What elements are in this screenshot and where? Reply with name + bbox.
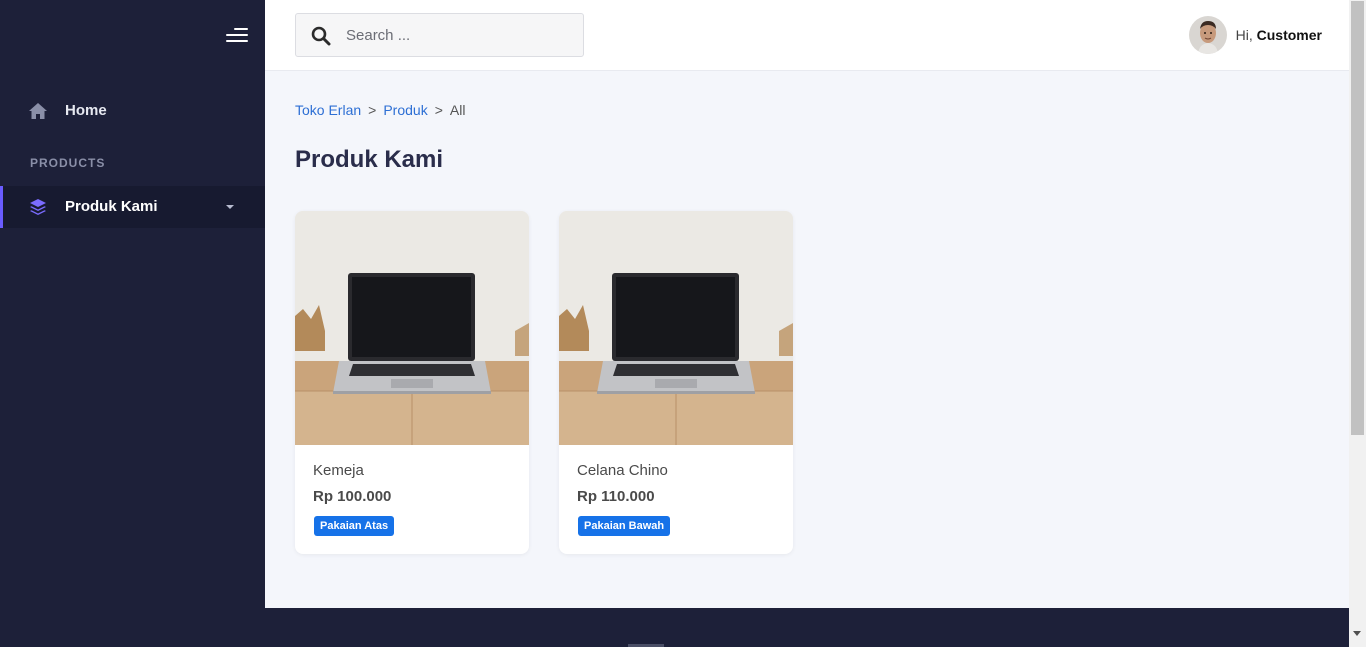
product-name: Celana Chino: [577, 462, 668, 479]
search-box[interactable]: [295, 13, 584, 57]
avatar: [1188, 16, 1227, 54]
scroll-down-icon[interactable]: [1353, 631, 1361, 636]
footer: [265, 608, 1349, 647]
category-badge[interactable]: Pakaian Bawah: [578, 516, 671, 536]
user-name: Customer: [1256, 27, 1322, 43]
category-badge[interactable]: Pakaian Atas: [314, 516, 395, 536]
page-scrollbar[interactable]: [1349, 0, 1366, 647]
search-icon: [311, 26, 331, 46]
product-price: Rp 110.000: [577, 488, 655, 505]
layers-icon: [30, 199, 46, 215]
product-image: [295, 211, 529, 445]
breadcrumb-current: All: [449, 102, 466, 118]
product-card[interactable]: Kemeja Rp 100.000 Pakaian Atas: [295, 211, 529, 554]
sidebar-item-label: Produk Kami: [65, 198, 158, 215]
home-icon: [29, 103, 47, 119]
product-image: [559, 211, 793, 445]
page-title: Produk Kami: [295, 146, 444, 173]
scrollbar-thumb[interactable]: [1351, 1, 1364, 435]
menu-toggle-icon[interactable]: [224, 27, 248, 45]
main-content: Toko Erlan > Produk > All Produk Kami Kemeja…: [265, 71, 1349, 608]
sidebar-item-label: Home: [65, 101, 107, 119]
product-card[interactable]: Celana Chino Rp 110.000 Pakaian Bawah: [559, 211, 793, 554]
sidebar-section-title: PRODUCTS: [30, 156, 106, 170]
breadcrumb-link-produk[interactable]: Produk: [383, 102, 427, 118]
topbar: Hi, Customer: [265, 0, 1349, 71]
search-input[interactable]: [346, 14, 576, 56]
sidebar-item-home[interactable]: Home: [0, 92, 265, 128]
user-greeting: Hi, Customer: [1235, 27, 1322, 43]
breadcrumb: Toko Erlan > Produk > All: [295, 102, 465, 118]
sidebar: Home PRODUCTS Produk Kami: [0, 0, 265, 647]
sidebar-item-produk-kami[interactable]: Produk Kami: [0, 186, 265, 228]
chevron-down-icon: [226, 205, 234, 209]
user-menu[interactable]: Hi, Customer: [1188, 16, 1322, 54]
breadcrumb-separator: >: [434, 102, 443, 118]
breadcrumb-separator: >: [368, 102, 377, 118]
breadcrumb-link-toko-erlan[interactable]: Toko Erlan: [295, 102, 361, 118]
product-name: Kemeja: [313, 462, 364, 479]
product-price: Rp 100.000: [313, 488, 392, 505]
